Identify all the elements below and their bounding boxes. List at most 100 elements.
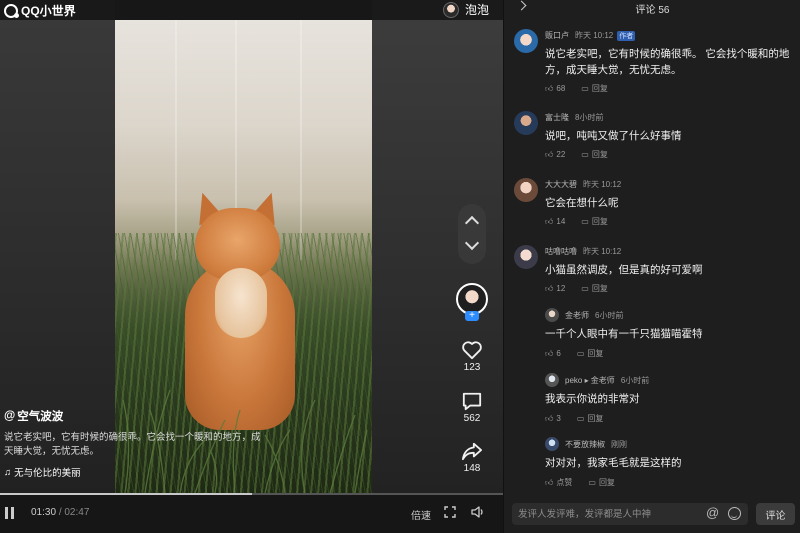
music-title: 无与伦比的美丽: [14, 468, 81, 479]
reply-button[interactable]: 回复: [592, 283, 608, 294]
commenter-avatar[interactable]: [514, 245, 538, 269]
comments-panel: 评论 56 贩口卢 昨天 10:12 作者 说它老实吧，它有时候的确很乖。 它会找个…: [503, 0, 800, 533]
comments-title: 评论 56: [635, 5, 670, 16]
reply-item: peko ▸ 金老师 6小时前 我表示你说的非常对 👍︎ 3 ▭ 回复: [545, 373, 790, 428]
thumbs-up-icon[interactable]: 👍︎: [545, 284, 553, 294]
commenter-avatar[interactable]: [514, 178, 538, 202]
comment-actions: 👍︎ 14 ▭ 回复: [545, 216, 608, 227]
reply-button[interactable]: 回复: [592, 149, 608, 160]
at-icon: @: [4, 410, 16, 422]
previous-video-button[interactable]: [464, 215, 480, 231]
commenter-name[interactable]: 大大大碧: [545, 180, 577, 189]
replier-name[interactable]: peko ▸ 金老师: [565, 376, 615, 385]
comment-actions: 👍︎ 12 ▭ 回复: [545, 283, 608, 294]
user-name: 泡泡: [464, 3, 489, 17]
reply-button[interactable]: 回复: [599, 477, 615, 488]
thumbs-up-icon[interactable]: 👍︎: [545, 150, 553, 160]
thumbs-up-icon[interactable]: 👍︎: [545, 349, 553, 359]
reply-text: 一千个人眼中有一千只猫猫喵霍特: [545, 328, 703, 340]
comment-like-count: 68: [556, 84, 566, 93]
reply-meta: 不要放辣椒 刚刚: [565, 439, 627, 450]
thumbs-up-icon[interactable]: 👍︎: [545, 84, 553, 94]
pause-button[interactable]: [5, 507, 15, 519]
share-button[interactable]: 148: [455, 441, 489, 474]
replier-avatar[interactable]: [545, 373, 559, 387]
reply-icon[interactable]: ▭: [581, 150, 589, 159]
share-arrow-icon: [461, 442, 482, 461]
thumbs-up-icon[interactable]: 👍︎: [545, 478, 553, 488]
submit-comment-button[interactable]: 评论: [756, 503, 795, 525]
follow-plus-button[interactable]: +: [465, 311, 479, 321]
reply-icon[interactable]: ▭: [577, 414, 585, 423]
reply-time: 6小时前: [620, 376, 650, 385]
playback-time: 01:30 / 02:47: [31, 507, 89, 518]
reply-time: 刚刚: [611, 440, 627, 449]
comment-actions: 👍︎ 22 ▭ 回复: [545, 149, 608, 160]
reply-button[interactable]: 回复: [592, 83, 608, 94]
app-logo[interactable]: QQ小世界: [4, 2, 76, 19]
video-player[interactable]: QQ小世界 泡泡 + 123 562 148 @ 空气波波 说它老实吧，它有时候…: [0, 0, 503, 533]
commenter-name[interactable]: 富士隆: [545, 113, 569, 122]
commenter-name[interactable]: 贩口卢: [545, 31, 569, 40]
video-nav-pill: [458, 204, 486, 264]
comment-time: 8小时前: [575, 113, 604, 122]
thumbs-up-icon[interactable]: 👍︎: [545, 217, 553, 227]
emoji-icon[interactable]: [728, 507, 741, 520]
share-count: 148: [463, 463, 481, 474]
replier-name[interactable]: 金老师: [565, 311, 589, 320]
reply-item: 不要放辣椒 刚刚 对对对，我家毛毛就是这样的 👍︎ 点赞 ▭ 回复: [545, 437, 790, 492]
reply-like-button[interactable]: 点赞: [556, 477, 572, 488]
comment-button[interactable]: 562: [455, 391, 489, 424]
comment-meta: 富士隆 8小时前: [545, 112, 603, 123]
thumbs-up-icon[interactable]: 👍︎: [545, 414, 553, 424]
comment-item: 贩口卢 昨天 10:12 作者 说它老实吧，它有时候的确很乖。 它会找个暖和的地方，…: [514, 29, 794, 99]
commenter-avatar[interactable]: [514, 111, 538, 135]
reply-icon[interactable]: ▭: [581, 84, 589, 93]
replier-avatar[interactable]: [545, 437, 559, 451]
comment-like-count: 22: [556, 150, 566, 159]
comment-like-count: 14: [556, 217, 566, 226]
comment-meta: 大大大碧 昨天 10:12: [545, 179, 621, 190]
reply-icon[interactable]: ▭: [577, 349, 585, 358]
reply-icon[interactable]: ▭: [588, 478, 596, 487]
comment-meta: 贩口卢 昨天 10:12 作者: [545, 30, 636, 41]
replier-avatar[interactable]: [545, 308, 559, 322]
commenter-avatar[interactable]: [514, 29, 538, 53]
music-info[interactable]: ♫ 无与伦比的美丽: [4, 465, 264, 480]
reply-actions: 👍︎ 3 ▭ 回复: [545, 413, 603, 424]
volume-icon[interactable]: [471, 505, 485, 519]
comment-input[interactable]: [518, 507, 698, 521]
comment-text: 它会在想什么呢: [545, 197, 619, 209]
like-count: 123: [463, 362, 481, 373]
user-avatar: [442, 1, 459, 18]
music-note-icon: ♫: [4, 466, 12, 478]
video-author[interactable]: @ 空气波波: [4, 408, 264, 424]
fullscreen-icon[interactable]: [444, 506, 456, 518]
comment-like-count: 12: [556, 284, 566, 293]
user-profile-chip[interactable]: 泡泡: [442, 1, 489, 18]
heart-icon: [462, 341, 482, 360]
reply-button[interactable]: 回复: [587, 413, 603, 424]
reply-icon[interactable]: ▭: [581, 217, 589, 226]
reply-text: 我表示你说的非常对: [545, 393, 640, 405]
reply-icon[interactable]: ▭: [581, 284, 589, 293]
replier-name[interactable]: 不要放辣椒: [565, 440, 605, 449]
next-video-button[interactable]: [464, 235, 480, 251]
author-badge: 作者: [617, 31, 636, 41]
video-description: 说它老实吧，它有时候的确很乖。它会找一个暖和的地方，成天睡大觉，无忧无虑。: [4, 432, 261, 457]
comment-text: 说吧，吨吨又做了什么好事情: [545, 130, 682, 142]
comment-text: 小猫虽然调皮，但是真的好可爱啊: [545, 264, 703, 276]
time-separator: /: [58, 507, 62, 518]
reply-button[interactable]: 回复: [592, 216, 608, 227]
commenter-name[interactable]: 咕噜咕噜: [545, 247, 577, 256]
reply-button[interactable]: 回复: [587, 348, 603, 359]
mention-icon[interactable]: @: [706, 506, 719, 520]
like-button[interactable]: 123: [455, 340, 489, 373]
playback-speed-button[interactable]: 倍速: [411, 507, 431, 522]
comment-time: 昨天 10:12: [575, 31, 614, 40]
reply-meta: 金老师 6小时前: [565, 310, 623, 321]
comment-text: 说它老实吧，它有时候的确很乖。 它会找个暖和的地方，成天睡大觉，无忧无虑。: [545, 48, 790, 76]
reply-actions: 👍︎ 点赞 ▭ 回复: [545, 477, 615, 488]
reply-like-count: 3: [556, 414, 561, 423]
current-time: 01:30: [31, 507, 57, 518]
